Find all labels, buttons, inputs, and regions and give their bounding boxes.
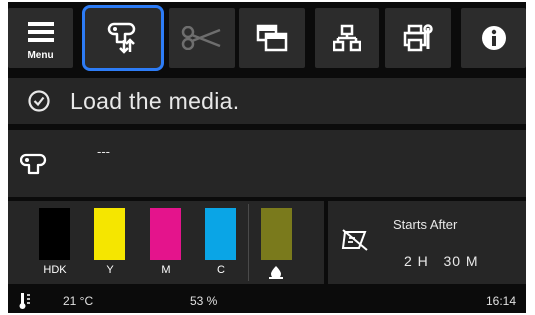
maintenance-button[interactable] [385, 8, 451, 68]
media-type-value: --- [97, 144, 110, 159]
printer-wrench-icon [403, 24, 433, 52]
ink-cartridge-y [94, 208, 125, 260]
media-feed-button[interactable] [82, 5, 164, 71]
menu-button[interactable]: Menu [8, 8, 73, 68]
toolbar: Menu [8, 2, 526, 74]
info-button[interactable] [461, 8, 526, 68]
cutter-button[interactable] [169, 8, 235, 68]
scissors-icon [181, 26, 221, 50]
ink-cartridge-c [205, 208, 236, 260]
stacked-windows-icon [256, 24, 288, 52]
media-panel[interactable]: --- [8, 130, 526, 197]
starts-after-time: 2 H 30 M [404, 253, 479, 269]
ink-label-y: Y [106, 264, 114, 276]
menu-label: Menu [27, 50, 54, 61]
ink-label-m: M [161, 264, 171, 276]
paper-feed-icon [107, 22, 136, 54]
temperature-humidity-icon [19, 293, 30, 309]
temperature-value: 21 °C [63, 294, 94, 308]
clock: 16:14 [485, 294, 516, 308]
waste-ink-drop-icon [269, 266, 283, 279]
network-icon [333, 24, 361, 52]
ink-label-c: C [217, 264, 225, 276]
cleaning-disabled-icon [341, 229, 368, 251]
network-button[interactable] [315, 8, 379, 68]
status-message: Load the media. [70, 87, 240, 114]
ink-cartridge-m [150, 208, 181, 260]
waste-ink-box [261, 208, 292, 260]
check-circle-icon [28, 90, 50, 112]
job-queue-button[interactable] [239, 8, 305, 68]
ink-label-hdk: HDK [43, 264, 67, 276]
cleaning-schedule-panel[interactable]: Starts After 2 H 30 M [328, 201, 526, 284]
ink-divider [248, 204, 249, 281]
menu-icon [27, 22, 54, 42]
info-icon [481, 26, 506, 50]
printer-control-panel: Menu Load the media. --- HDK Y M C Start… [8, 2, 526, 313]
starts-after-label: Starts After [393, 217, 458, 232]
status-bar: 21 °C 53 % 16:14 [8, 288, 526, 313]
ink-levels-panel[interactable]: HDK Y M C [8, 201, 324, 284]
humidity-value: 53 % [190, 294, 218, 308]
message-bar: Load the media. [8, 78, 526, 124]
ink-cartridge-hdk [39, 208, 70, 260]
media-roll-icon [20, 153, 47, 175]
